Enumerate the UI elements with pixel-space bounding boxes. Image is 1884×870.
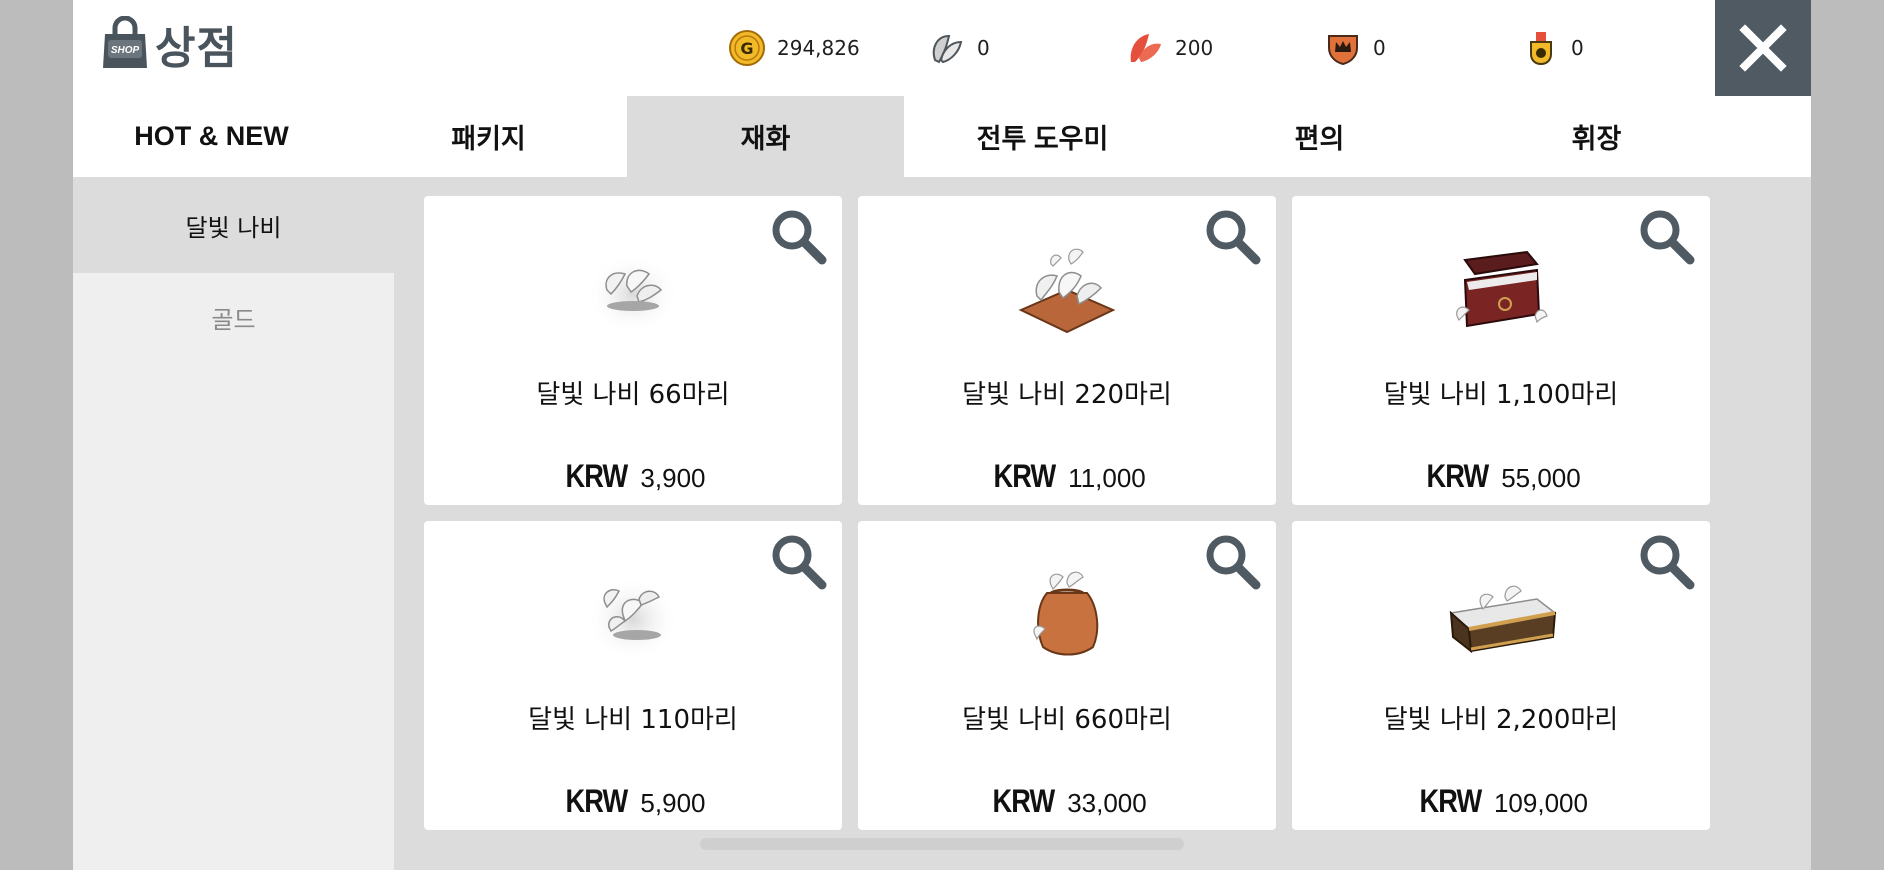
submenu-item-gold[interactable]: 골드 <box>73 273 394 361</box>
svg-text:G: G <box>740 39 753 58</box>
tab-convenience[interactable]: 편의 <box>1181 96 1458 177</box>
currency-crown: 0 <box>1325 28 1386 68</box>
price-value: 33,000 <box>1067 788 1147 818</box>
crown-amount: 0 <box>1373 36 1386 60</box>
product-name: 달빛 나비 110마리 <box>528 705 738 735</box>
product-price: KRW 5,900 <box>424 783 842 820</box>
product-price: KRW 55,000 <box>1292 458 1710 495</box>
butterfly-amount: 0 <box>977 36 990 60</box>
product-price: KRW 33,000 <box>858 783 1276 820</box>
price-currency: KRW <box>565 458 629 494</box>
price-value: 109,000 <box>1493 788 1588 818</box>
close-button[interactable] <box>1715 0 1811 96</box>
tab-emblem[interactable]: 휘장 <box>1458 96 1735 177</box>
currency-butterfly: 0 <box>929 28 990 68</box>
magnifier-icon[interactable] <box>1202 206 1262 266</box>
tab-currency[interactable]: 재화 <box>627 96 904 177</box>
butterfly-cushion-icon <box>1018 248 1116 334</box>
price-value: 3,900 <box>640 463 706 493</box>
close-icon <box>1739 24 1787 72</box>
category-tabs: HOT & NEW 패키지 재화 전투 도우미 편의 휘장 <box>73 96 1811 177</box>
product-card[interactable]: 달빛 나비 660마리 KRW 33,000 <box>858 521 1276 830</box>
medal-icon <box>1530 32 1552 66</box>
currency-medal: 0 <box>1523 28 1584 68</box>
butterfly-treasure-icon <box>1449 585 1557 654</box>
price-currency: KRW <box>1419 783 1482 819</box>
price-value: 55,000 <box>1501 463 1581 493</box>
medal-amount: 0 <box>1571 36 1584 60</box>
submenu-item-moonlight-butterfly[interactable]: 달빛 나비 <box>73 177 394 273</box>
product-name: 달빛 나비 220마리 <box>962 380 1172 410</box>
shop-header: SHOP 상점 G 294,826 0 200 0 0 <box>73 0 1811 96</box>
moonlight-butterfly-icon <box>932 34 963 64</box>
product-price: KRW 11,000 <box>858 458 1276 495</box>
price-currency: KRW <box>993 458 1057 494</box>
shop-bag-icon: SHOP <box>103 16 147 68</box>
shop-title: SHOP 상점 <box>99 14 238 74</box>
product-card[interactable]: 달빛 나비 66마리 KRW 3,900 <box>424 196 842 505</box>
gold-amount: 294,826 <box>777 36 860 60</box>
butterfly-chest-icon <box>1456 250 1548 328</box>
currency-feather: 200 <box>1127 28 1213 68</box>
product-name: 달빛 나비 2,200마리 <box>1383 705 1619 735</box>
butterfly-sack-icon <box>1033 571 1099 656</box>
butterfly-pile-icon <box>587 250 679 330</box>
crown-shield-icon <box>1328 35 1358 66</box>
magnifier-icon[interactable] <box>768 206 828 266</box>
currency-gold: G 294,826 <box>729 28 860 68</box>
price-currency: KRW <box>1426 458 1490 494</box>
shop-bag-label: SHOP <box>111 45 140 56</box>
butterfly-cluster-icon <box>587 573 679 657</box>
price-currency: KRW <box>565 783 629 819</box>
tab-package[interactable]: 패키지 <box>350 96 627 177</box>
horizontal-scrollbar[interactable] <box>700 838 1184 850</box>
shop-panel: SHOP 상점 G 294,826 0 200 0 0 HOT & NEW 패키… <box>73 0 1811 870</box>
product-card[interactable]: 달빛 나비 220마리 KRW 11,000 <box>858 196 1276 505</box>
product-name: 달빛 나비 66마리 <box>536 380 730 410</box>
sub-category-menu: 달빛 나비 골드 <box>73 177 394 870</box>
backdrop-right <box>1811 0 1884 870</box>
magnifier-icon[interactable] <box>1202 531 1262 591</box>
tab-hot-new[interactable]: HOT & NEW <box>73 96 350 177</box>
price-value: 5,900 <box>640 788 706 818</box>
tab-battle-helper[interactable]: 전투 도우미 <box>904 96 1181 177</box>
product-name: 달빛 나비 1,100마리 <box>1383 380 1619 410</box>
magnifier-icon[interactable] <box>1636 531 1696 591</box>
feather-amount: 200 <box>1175 36 1214 60</box>
red-feather-icon <box>1130 34 1161 62</box>
magnifier-icon[interactable] <box>1636 206 1696 266</box>
product-name: 달빛 나비 660마리 <box>962 705 1172 735</box>
product-price: KRW 3,900 <box>424 458 842 495</box>
price-currency: KRW <box>992 783 1056 819</box>
price-value: 11,000 <box>1068 463 1146 493</box>
product-card[interactable]: 달빛 나비 2,200마리 KRW 109,000 <box>1292 521 1710 830</box>
magnifier-icon[interactable] <box>768 531 828 591</box>
product-price: KRW 109,000 <box>1292 783 1710 820</box>
backdrop-left <box>0 0 73 870</box>
gold-coin-icon: G <box>729 30 765 66</box>
product-card[interactable]: 달빛 나비 110마리 KRW 5,900 <box>424 521 842 830</box>
page-title: 상점 <box>155 23 238 74</box>
product-card[interactable]: 달빛 나비 1,100마리 KRW 55,000 <box>1292 196 1710 505</box>
